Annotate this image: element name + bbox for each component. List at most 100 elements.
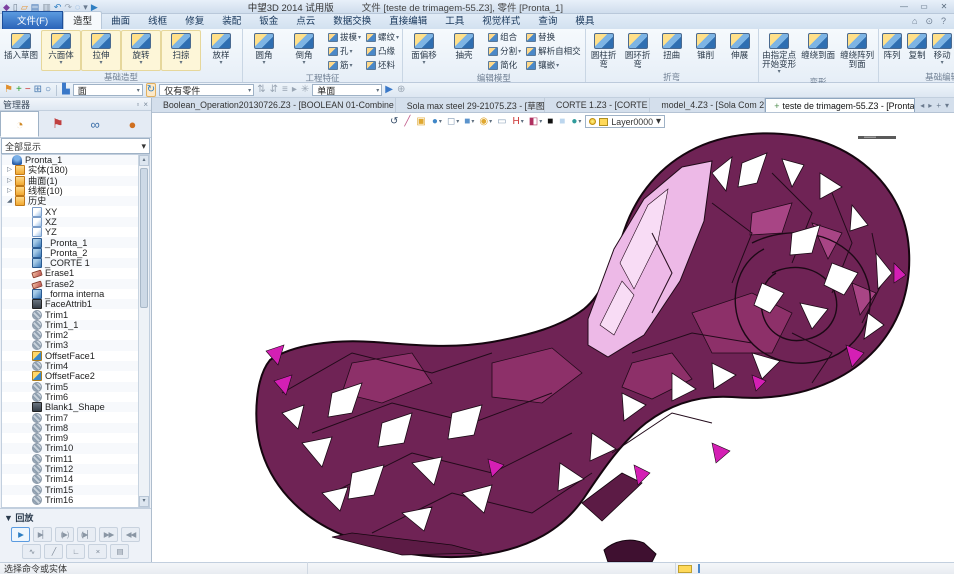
quick-box-icon[interactable]: ▣	[416, 116, 426, 128]
play-to-end-button[interactable]: ▶▏	[33, 527, 52, 542]
view-manager-tab[interactable]: ●	[114, 111, 151, 137]
spline-tool-button[interactable]: ∿	[22, 544, 41, 559]
tree-item[interactable]: Erase1	[2, 268, 138, 278]
tree-item[interactable]: XY	[2, 206, 138, 216]
part-filter-combo[interactable]: 仅有零件▾	[159, 84, 254, 96]
tree-item[interactable]: Trim2	[2, 330, 138, 340]
section-ring-icon[interactable]: ◉▾	[479, 116, 492, 128]
ribbon-button[interactable]: 阵列	[880, 30, 905, 71]
ribbon-small-button[interactable]: 凸缘	[364, 44, 401, 58]
scroll-up-icon[interactable]: ▴	[139, 155, 149, 166]
rewind-button[interactable]: ◀◀	[121, 527, 140, 542]
tree-item[interactable]: ◢ 历史	[2, 196, 138, 206]
tree-scrollbar[interactable]: ▴ ▾	[138, 155, 149, 507]
tree-item[interactable]: Blank1_Shape	[2, 402, 138, 412]
ribbon-button[interactable]: 圆柱折弯	[587, 30, 621, 71]
tree-expander[interactable]: ▷	[7, 176, 15, 186]
ribbon-button[interactable]: 缠绕阵列到面	[838, 30, 877, 76]
model-viewport[interactable]: ↺ ╱ ▣ ●▾	[152, 113, 954, 562]
ribbon-button[interactable]: 六面体▾	[41, 30, 81, 71]
ribbon-tab[interactable]: 线框	[139, 12, 176, 29]
document-tab[interactable]: Sola max steel 29-21075.Z3 - [草图001]	[396, 98, 545, 112]
background-dark-icon[interactable]: ■	[547, 116, 554, 128]
pick-polygon-icon[interactable]: ○	[45, 84, 51, 96]
ribbon-button[interactable]: 锥削	[689, 30, 723, 71]
panel-close-icon[interactable]: ×	[143, 100, 148, 109]
tree-item[interactable]: ▷ 线框(10)	[2, 186, 138, 196]
tree-item[interactable]: OffsetFace2	[2, 371, 138, 381]
document-tab[interactable]: Boolean_Operation20130726.Z3 - [BOOLEAN …	[152, 98, 396, 112]
edit-tool-button[interactable]: ╱	[44, 544, 63, 559]
ribbon-small-button[interactable]: 简化	[486, 58, 523, 72]
ribbon-tab[interactable]: 数据交换	[324, 12, 380, 29]
tree-item[interactable]: YZ	[2, 227, 138, 237]
pick-box-icon[interactable]: ⊞	[34, 84, 42, 96]
ribbon-button[interactable]: 扭曲	[655, 30, 689, 71]
ribbon-tab[interactable]: 视觉样式	[473, 12, 529, 29]
help-icon[interactable]: ?	[941, 16, 946, 27]
tree-item[interactable]: Trim7	[2, 412, 138, 422]
tree-item[interactable]: OffsetFace1	[2, 351, 138, 361]
ribbon-button[interactable]: 插入草图	[1, 30, 41, 71]
undo-icon[interactable]: ↶	[54, 2, 62, 12]
ribbon-button[interactable]: 由指定点开始变形▾	[760, 30, 799, 76]
ribbon-button[interactable]: 抽壳	[444, 30, 484, 72]
ribbon-button[interactable]: 伸展	[723, 30, 757, 71]
ribbon-tab[interactable]: 装配	[213, 12, 250, 29]
face-display-icon[interactable]: ■▾	[464, 116, 474, 128]
multi-view-icon[interactable]: ◧▾	[529, 116, 542, 128]
tree-item[interactable]: XZ	[2, 217, 138, 227]
ribbon-button[interactable]: 倒角▾	[284, 30, 324, 72]
home-icon[interactable]: ⌂	[912, 16, 917, 27]
history-manager-tab[interactable]: ◔	[0, 111, 39, 137]
tree-item[interactable]: Trim4	[2, 361, 138, 371]
tree-expander[interactable]: ▷	[7, 165, 15, 175]
style-icon[interactable]: ⊙	[925, 16, 933, 27]
ribbon-small-button[interactable]: 镶嵌▾	[524, 58, 584, 72]
puck-display-icon[interactable]: ●▾	[571, 116, 581, 128]
ribbon-tab[interactable]: 直接编辑	[380, 12, 436, 29]
ribbon-button[interactable]: 移动▾	[930, 30, 954, 71]
table-button[interactable]: ▤	[110, 544, 129, 559]
fast-forward-button[interactable]: ▶▶	[99, 527, 118, 542]
ribbon-tab[interactable]: 查询	[529, 12, 566, 29]
ribbon-tab[interactable]: 造型	[63, 11, 102, 29]
tree-item[interactable]: Trim9	[2, 433, 138, 443]
entity-filter-combo[interactable]: 面▾	[73, 84, 143, 96]
ribbon-tab[interactable]: 点云	[287, 12, 324, 29]
erase-mark-icon[interactable]: ╱	[404, 116, 411, 128]
ribbon-small-button[interactable]: 筋▾	[326, 58, 363, 72]
tree-item[interactable]: _forma interna	[2, 289, 138, 299]
tree-item[interactable]: ▷ 曲面(1)	[2, 176, 138, 186]
ribbon-small-button[interactable]: 替换	[524, 30, 584, 44]
tab-scroll-right-icon[interactable]: ▸	[928, 101, 932, 110]
layer-combo[interactable]: Layer0000 ▾	[585, 115, 665, 128]
tree-item[interactable]: FaceAttrib1	[2, 299, 138, 309]
save-icon[interactable]: ▤	[31, 2, 40, 12]
tree-item[interactable]: _Pronta_1	[2, 237, 138, 247]
view-ring-icon[interactable]: ◌	[75, 2, 80, 12]
ribbon-tab[interactable]: 修复	[176, 12, 213, 29]
ribbon-tab[interactable]: 工具	[436, 12, 473, 29]
auto-regen-icon[interactable]: ↻	[146, 83, 156, 97]
display-filter-combo[interactable]: 全部显示 ▾	[1, 138, 150, 154]
tree-item[interactable]: Trim6	[2, 392, 138, 402]
tree-item[interactable]: Trim10	[2, 443, 138, 453]
tree-item[interactable]: Trim1	[2, 309, 138, 319]
step-to-feature-button[interactable]: (▶▏	[77, 527, 96, 542]
burst-icon[interactable]: ✳	[301, 84, 309, 96]
replay-title[interactable]: ▼ 回放	[2, 510, 149, 525]
ribbon-button[interactable]: 缠绕到面	[799, 30, 838, 76]
ribbon-button[interactable]: 面偏移▾	[404, 30, 444, 72]
wireframe-display-icon[interactable]: ◻▾	[447, 116, 459, 128]
tree-item[interactable]: Trim11	[2, 454, 138, 464]
tree-item[interactable]: Trim16	[2, 495, 138, 505]
visual-manager-tab[interactable]: ∞	[77, 111, 114, 137]
restore-button[interactable]: ▭	[917, 2, 931, 11]
ribbon-button[interactable]: 拉伸▾	[81, 30, 121, 71]
remove-entity-icon[interactable]: −	[25, 84, 31, 96]
qat-menu-icon[interactable]: ▾	[83, 2, 88, 12]
close-button[interactable]: ✕	[937, 2, 951, 11]
ribbon-tab[interactable]: 曲面	[102, 12, 139, 29]
ribbon-small-button[interactable]: 分割▾	[486, 44, 523, 58]
